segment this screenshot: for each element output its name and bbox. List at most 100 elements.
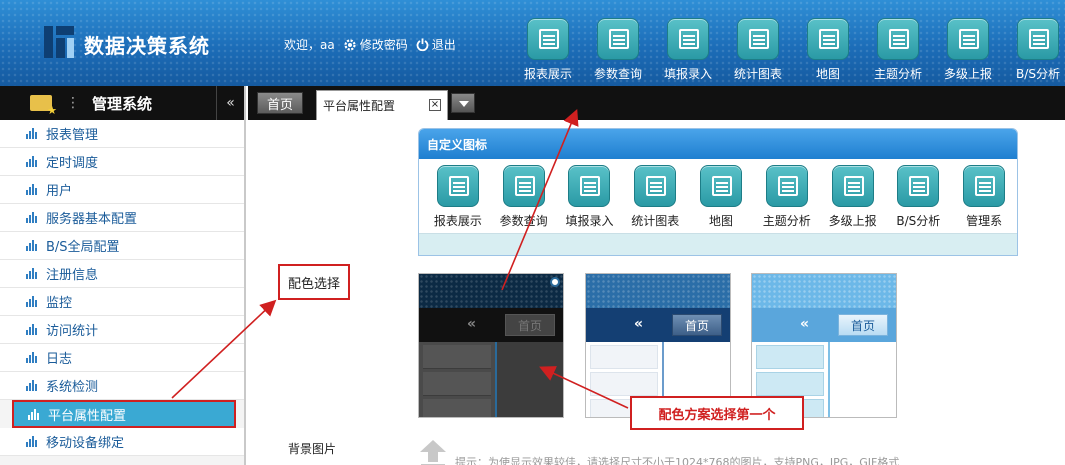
sidebar-collapse-button[interactable]: « [216,86,244,120]
bar-chart-icon [26,184,38,195]
sidebar-item-label: 访问统计 [46,324,99,339]
sidebar-item[interactable]: 监控 [0,288,244,316]
selected-radio-icon[interactable] [550,277,560,287]
entry-icon [667,18,709,60]
tab-home[interactable]: 首页 [257,92,303,114]
map-icon [807,18,849,60]
nav-label: 填报录入 [663,67,712,81]
app-title: 数据决策系统 [84,34,210,58]
list-icon [568,165,611,207]
list-icon [765,165,808,207]
chevron-left-icon: « [634,316,644,332]
custom-icon-label: 统计图表 [631,214,680,228]
tab-platform-config[interactable]: 平台属性配置 × [316,90,448,120]
sidebar-item[interactable]: 服务器基本配置 [0,204,244,232]
nav-label: 参数查询 [593,67,642,81]
nav-bs-analysis[interactable]: B/S分析 [1003,18,1065,82]
sidebar-menu: 报表管理定时调度 用户 服务器基本配置 B/S全局配置 注册信息监控访问统计日志系统检测… [0,120,244,456]
app-logo-icon [44,26,74,58]
bar-chart-icon [28,408,40,420]
change-password-label: 修改密码 [359,38,408,52]
app-header: 数据决策系统 欢迎，aa 修改密码 退出 报表展示 参数查询 填报录入 统计图表… [0,0,1065,86]
bar-chart-icon [26,128,38,139]
sidebar-item-label: 注册信息 [46,268,99,283]
theme-thumb-dark[interactable]: « 首页 [418,273,564,418]
thumb-home-button: 首页 [505,314,555,336]
list-icon [963,165,1006,207]
user-area: 欢迎，aa 修改密码 退出 [284,36,456,53]
top-nav: 报表展示 参数查询 填报录入 统计图表 地图 主题分析 多级上报 B/S分析 [513,18,1065,82]
nav-map[interactable]: 地图 [793,18,863,82]
custom-icon-item[interactable]: 地图 [688,165,754,233]
thumb-body [495,342,563,417]
nav-report-display[interactable]: 报表展示 [513,18,583,82]
custom-icons-scrollbar[interactable] [419,233,1017,255]
upload-icon[interactable] [418,438,448,465]
sidebar-item[interactable]: 注册信息 [0,260,244,288]
tab-dropdown-button[interactable] [451,93,475,113]
nav-multilevel-report[interactable]: 多级上报 [933,18,1003,82]
list-icon [700,165,743,207]
sidebar-item-label: 报表管理 [46,128,99,143]
chevron-left-icon: « [800,316,810,332]
custom-icon-label: 填报录入 [565,214,614,228]
thumb-tabbar: « 首页 [419,308,563,342]
list-icon [436,165,479,207]
custom-icon-item[interactable]: 多级上报 [820,165,886,233]
custom-icon-item[interactable]: 主题分析 [754,165,820,233]
custom-icon-label: 报表展示 [433,214,482,228]
thumb-sidebar [419,342,495,417]
custom-icon-item[interactable]: 填报录入 [557,165,623,233]
custom-icon-label: B/S分析 [896,214,941,228]
thumb-header [752,274,896,308]
logout-label: 退出 [431,38,456,52]
sidebar-item-label: 日志 [46,352,73,367]
background-image-label: 背景图片 [288,442,337,456]
report-up-icon [947,18,989,60]
sidebar-item-label: 系统检测 [46,380,99,395]
custom-icon-item[interactable]: 报表展示 [425,165,491,233]
folder-star-icon [30,95,57,117]
bar-chart-icon [26,380,38,391]
bar-chart-icon [26,212,38,223]
sidebar-item[interactable]: 移动设备绑定 [0,428,244,456]
custom-icons-list: 报表展示 参数查询 填报录入 统计图表 地图 主题分析 多级上报 B/S分析 管理系 [419,159,1017,233]
tab-close-icon[interactable]: × [429,99,441,111]
custom-icon-label: 参数查询 [499,214,548,228]
upload-hint: 提示：为使显示效果较佳，请选择尺寸不小于1024*768的图片，支持PNG，JP… [455,456,900,465]
custom-icons-title: 自定义图标 [419,129,1017,159]
sidebar-item[interactable]: 访问统计 [0,316,244,344]
sidebar-item[interactable]: 系统检测 [0,372,244,400]
sidebar-item[interactable]: 报表管理 [0,120,244,148]
custom-icon-item[interactable]: 管理系 [951,165,1017,233]
custom-icon-label: 地图 [709,214,734,228]
sidebar-item-label: 监控 [46,296,73,311]
nav-stat-chart[interactable]: 统计图表 [723,18,793,82]
sidebar-item[interactable]: 日志 [0,344,244,372]
change-password-link[interactable]: 修改密码 [343,36,408,53]
tab-label: 平台属性配置 [323,99,396,113]
sidebar-item[interactable]: 定时调度 [0,148,244,176]
custom-icon-item[interactable]: 统计图表 [622,165,688,233]
custom-icon-item[interactable]: 参数查询 [491,165,557,233]
sidebar: ⋮ 管理系统 « 报表管理定时调度用户服务器基本配置 B/S全局配置注册信息监控访… [0,86,246,465]
bar-chart-icon [26,268,38,279]
nav-data-entry[interactable]: 填报录入 [653,18,723,82]
bar-chart-icon [26,352,38,363]
nav-param-query[interactable]: 参数查询 [583,18,653,82]
nav-label: 报表展示 [523,67,572,81]
thumb-header [586,274,730,308]
query-icon [597,18,639,60]
nav-topic-analysis[interactable]: 主题分析 [863,18,933,82]
logout-link[interactable]: 退出 [416,36,456,53]
sidebar-item[interactable]: B/S全局配置 [0,232,244,260]
sidebar-item-label: B/S全局配置 [46,240,120,255]
nav-label: 多级上报 [943,67,992,81]
chart-icon [737,18,779,60]
list-icon [502,165,545,207]
sidebar-header: ⋮ 管理系统 « [0,86,244,120]
sidebar-item[interactable]: 用户 [0,176,244,204]
sidebar-item[interactable]: 平台属性配置 [12,400,236,428]
custom-icon-item[interactable]: B/S分析 [885,165,951,233]
tab-bar: 首页 平台属性配置 × [248,86,1065,120]
